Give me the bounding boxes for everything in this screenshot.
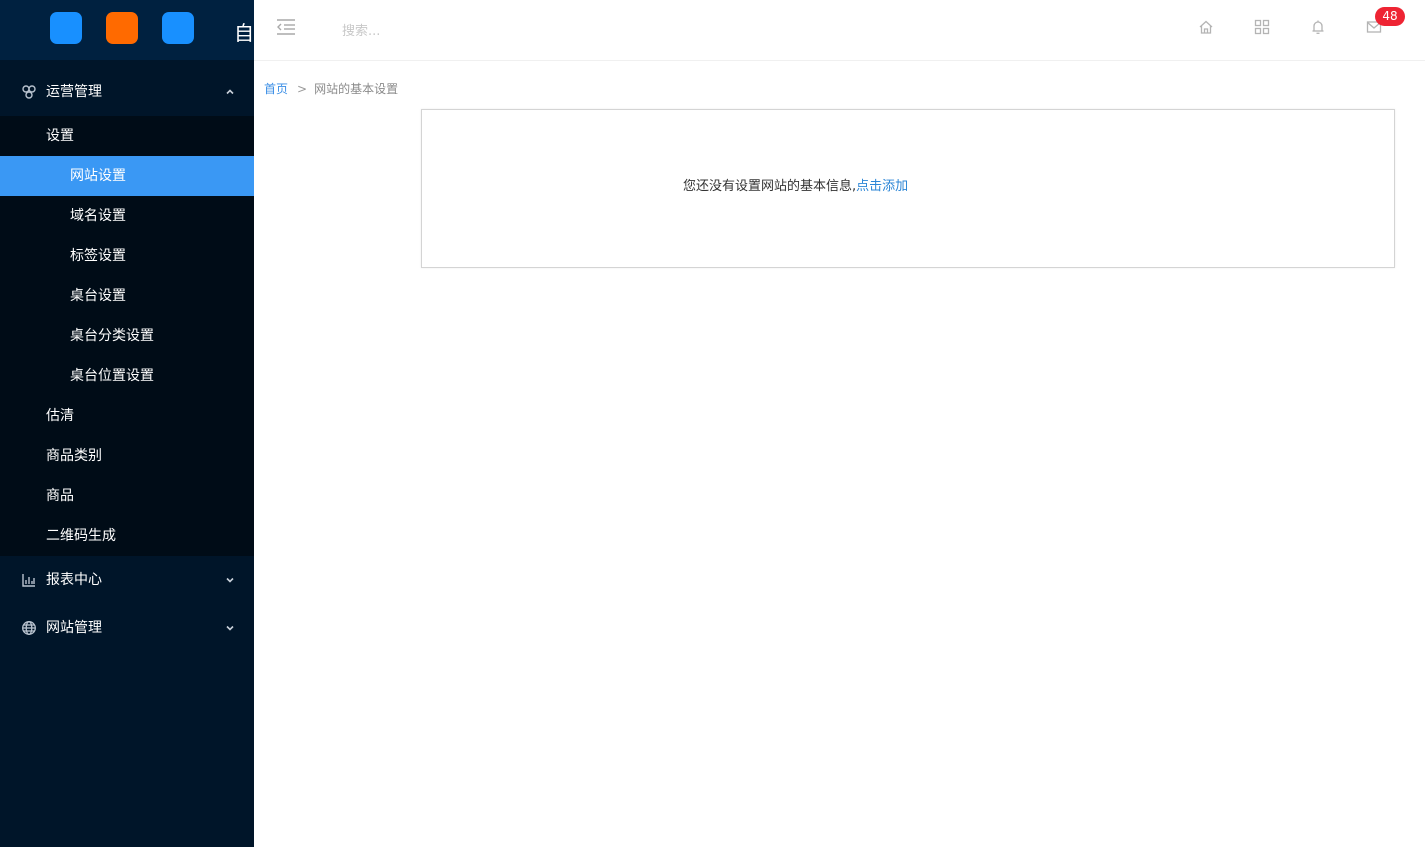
logo-text: 自 [234, 21, 254, 45]
sidebar-item-product-category[interactable]: 商品类别 [0, 436, 254, 476]
chevron-up-icon [226, 89, 234, 95]
menu-fold-icon[interactable] [276, 18, 296, 36]
bar-chart-icon [22, 574, 35, 587]
home-icon[interactable] [1198, 19, 1214, 35]
menu-group-site-management[interactable]: 网站管理 [0, 604, 254, 652]
mail-count-badge: 48 [1375, 7, 1405, 26]
sidebar: 自 运营管理 设置 网站设置 域名设置 标签设置 桌台设置 桌台分类设置 桌台位… [0, 0, 254, 847]
sidebar-menu: 运营管理 设置 网站设置 域名设置 标签设置 桌台设置 桌台分类设置 桌台位置设… [0, 68, 254, 652]
menu-group-operations[interactable]: 运营管理 [0, 68, 254, 116]
bell-icon[interactable] [1310, 19, 1326, 35]
chevron-down-icon [226, 577, 234, 583]
menu-group-label: 报表中心 [46, 572, 102, 588]
sidebar-item-table-category-settings[interactable]: 桌台分类设置 [0, 316, 254, 356]
site-info-panel: 您还没有设置网站的基本信息,点击添加 [421, 109, 1395, 268]
sidebar-item-tag-settings[interactable]: 标签设置 [0, 236, 254, 276]
top-header: 48 [254, 0, 1425, 61]
sidebar-item-table-position-settings[interactable]: 桌台位置设置 [0, 356, 254, 396]
submenu-operations: 设置 网站设置 域名设置 标签设置 桌台设置 桌台分类设置 桌台位置设置 估清 … [0, 116, 254, 556]
sidebar-item-products[interactable]: 商品 [0, 476, 254, 516]
search-input[interactable] [340, 16, 584, 46]
empty-state-text: 您还没有设置网站的基本信息, [683, 179, 857, 194]
cluster-icon [22, 85, 36, 99]
sidebar-item-qrcode-generate[interactable]: 二维码生成 [0, 516, 254, 556]
chevron-down-icon [226, 625, 234, 631]
logo-bar: 自 [0, 0, 254, 60]
menu-group-label: 运营管理 [46, 84, 102, 100]
sidebar-item-settings[interactable]: 设置 [0, 116, 254, 156]
breadcrumb-home-link[interactable]: 首页 [264, 82, 288, 96]
logo-orange-square [106, 12, 138, 44]
sidebar-item-sold-out[interactable]: 估清 [0, 396, 254, 436]
breadcrumb: 首页 > 网站的基本设置 [264, 80, 398, 98]
apps-grid-icon[interactable] [1254, 19, 1270, 35]
add-site-info-link[interactable]: 点击添加 [856, 179, 908, 194]
menu-group-label: 网站管理 [46, 620, 102, 636]
logo-blue-square-2 [162, 12, 194, 44]
sidebar-item-site-settings[interactable]: 网站设置 [0, 156, 254, 196]
logo-blue-square-1 [50, 12, 82, 44]
breadcrumb-separator: > [297, 82, 308, 96]
breadcrumb-current: 网站的基本设置 [314, 82, 399, 96]
globe-icon [22, 621, 36, 635]
empty-state-message: 您还没有设置网站的基本信息,点击添加 [683, 178, 908, 196]
menu-group-reports[interactable]: 报表中心 [0, 556, 254, 604]
sidebar-item-domain-settings[interactable]: 域名设置 [0, 196, 254, 236]
sidebar-item-table-settings[interactable]: 桌台设置 [0, 276, 254, 316]
